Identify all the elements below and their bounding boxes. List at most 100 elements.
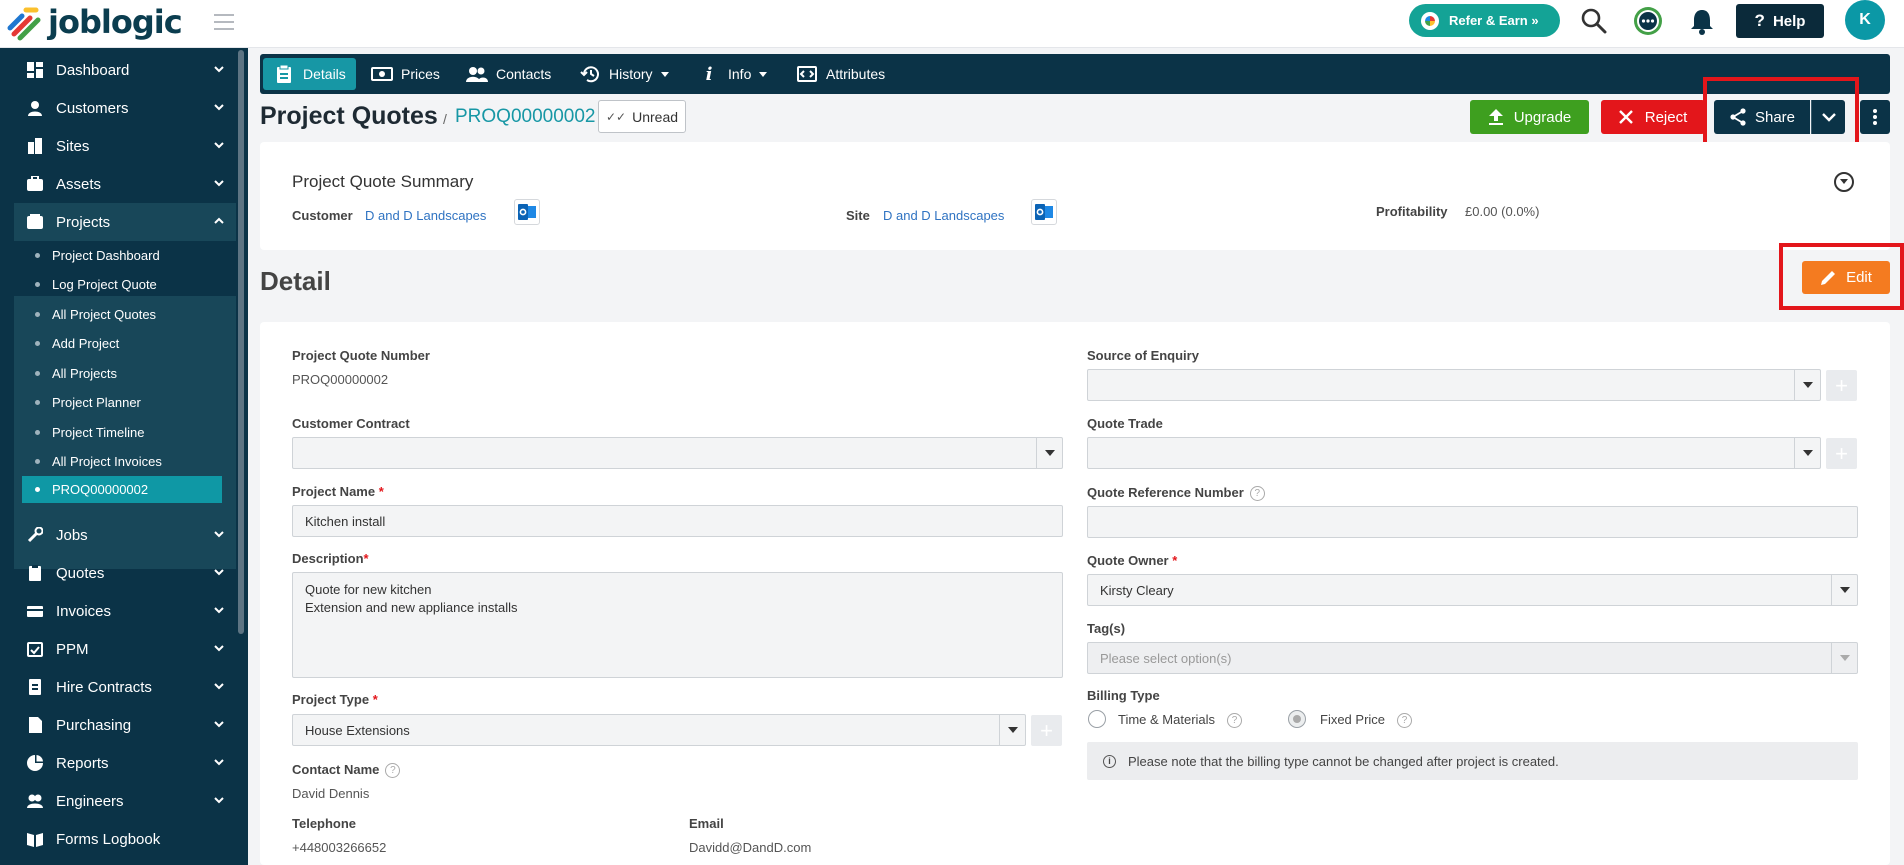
help-icon[interactable]: ? bbox=[385, 763, 401, 779]
add-quote-trade-button[interactable]: + bbox=[1826, 438, 1857, 469]
chat-icon[interactable] bbox=[1632, 5, 1664, 37]
sidebar-item-reports[interactable]: Reports bbox=[0, 744, 236, 782]
quote-trade-label: Quote Trade bbox=[1087, 416, 1163, 431]
refer-and-earn-button[interactable]: Refer & Earn » bbox=[1409, 4, 1560, 37]
collapse-summary-icon[interactable] bbox=[1834, 172, 1854, 192]
submenu-project-planner[interactable]: Project Planner bbox=[22, 389, 222, 416]
dropdown-arrow-icon bbox=[1831, 575, 1857, 605]
billing-fixed-price-radio[interactable] bbox=[1288, 710, 1306, 728]
help-button[interactable]: ? Help bbox=[1736, 4, 1824, 38]
help-icon[interactable]: ? bbox=[1227, 713, 1243, 729]
engineers-icon bbox=[26, 792, 44, 810]
sidebar-item-label: Projects bbox=[56, 213, 111, 231]
summary-customer-link[interactable]: D and D Landscapes bbox=[365, 208, 486, 223]
tab-details[interactable]: Details bbox=[263, 58, 356, 90]
jobs-icon bbox=[26, 526, 44, 544]
tab-info[interactable]: i Info bbox=[688, 58, 777, 90]
reject-button[interactable]: Reject bbox=[1601, 100, 1705, 134]
chevron-down-icon bbox=[214, 531, 224, 538]
site-outlook-button[interactable] bbox=[1031, 199, 1057, 225]
submenu-project-dashboard[interactable]: Project Dashboard bbox=[22, 242, 222, 269]
sidebar-item-quotes[interactable]: Quotes bbox=[0, 554, 236, 592]
summary-profitability-label: Profitability bbox=[1376, 204, 1448, 219]
customer-outlook-button[interactable] bbox=[514, 199, 540, 225]
submenu-current-quote[interactable]: PROQ00000002 bbox=[22, 476, 222, 503]
billing-time-materials-radio[interactable] bbox=[1088, 710, 1106, 728]
billing-type-note: i Please note that the billing type cann… bbox=[1087, 742, 1858, 780]
submenu-all-project-quotes[interactable]: All Project Quotes bbox=[22, 301, 222, 328]
sidebar-item-projects[interactable]: Projects bbox=[14, 203, 236, 241]
record-tab-bar: Details Prices Contacts History i Info A… bbox=[260, 54, 1890, 94]
sidebar-item-jobs[interactable]: Jobs bbox=[0, 516, 236, 554]
more-actions-button[interactable] bbox=[1860, 100, 1890, 134]
sidebar-item-customers[interactable]: Customers bbox=[0, 89, 236, 127]
tab-contacts[interactable]: Contacts bbox=[456, 58, 561, 90]
sidebar-item-assets[interactable]: Assets bbox=[0, 165, 236, 203]
quote-number-label: Project Quote Number bbox=[292, 348, 430, 363]
tab-prices[interactable]: Prices bbox=[361, 58, 450, 90]
billing-type-label: Billing Type bbox=[1087, 688, 1160, 703]
summary-site-link[interactable]: D and D Landscapes bbox=[883, 208, 1004, 223]
sidebar-item-hire-contracts[interactable]: Hire Contracts bbox=[0, 668, 236, 706]
sidebar-item-dashboard[interactable]: Dashboard bbox=[0, 51, 236, 89]
joblogic-logo[interactable]: joblogic bbox=[4, 2, 183, 42]
description-textarea[interactable]: Quote for new kitchen Extension and new … bbox=[292, 572, 1063, 678]
sidebar-item-label: Jobs bbox=[56, 526, 88, 544]
sidebar-item-label: Forms Logbook bbox=[56, 830, 161, 848]
customer-contract-select[interactable] bbox=[292, 437, 1063, 469]
tab-history[interactable]: History bbox=[569, 58, 679, 90]
menu-toggle-icon[interactable] bbox=[214, 14, 234, 30]
telephone-value: +448003266652 bbox=[292, 840, 387, 855]
mark-unread-button[interactable]: ✓✓ Unread bbox=[598, 100, 686, 133]
quote-owner-select[interactable]: Kirsty Cleary bbox=[1087, 574, 1858, 606]
submenu-log-project-quote[interactable]: Log Project Quote bbox=[22, 271, 222, 298]
ppm-icon bbox=[26, 640, 44, 658]
outlook-icon bbox=[518, 204, 536, 220]
submenu-project-timeline[interactable]: Project Timeline bbox=[22, 419, 222, 446]
summary-title: Project Quote Summary bbox=[292, 172, 474, 191]
sidebar-item-sites[interactable]: Sites bbox=[0, 127, 236, 165]
search-icon[interactable] bbox=[1578, 5, 1610, 37]
project-name-input[interactable]: Kitchen install bbox=[292, 505, 1063, 537]
notifications-bell-icon[interactable] bbox=[1686, 5, 1718, 37]
quote-reference-label: Quote Reference Number? bbox=[1087, 485, 1265, 502]
project-type-label: Project Type * bbox=[292, 692, 378, 707]
source-of-enquiry-select[interactable] bbox=[1087, 369, 1821, 401]
tab-attributes[interactable]: Attributes bbox=[786, 58, 895, 90]
reject-label: Reject bbox=[1644, 108, 1688, 126]
project-name-label: Project Name * bbox=[292, 484, 384, 499]
help-icon[interactable]: ? bbox=[1397, 713, 1413, 729]
sidebar-item-purchasing[interactable]: Purchasing bbox=[0, 706, 236, 744]
upgrade-button[interactable]: Upgrade bbox=[1470, 100, 1589, 134]
contacts-icon bbox=[466, 65, 488, 83]
quote-reference-input[interactable] bbox=[1087, 506, 1858, 538]
quote-trade-select[interactable] bbox=[1087, 437, 1821, 469]
chevron-down-icon bbox=[214, 66, 224, 73]
sidebar-item-invoices[interactable]: Invoices bbox=[0, 592, 236, 630]
add-source-button[interactable]: + bbox=[1826, 370, 1857, 401]
chevron-down-icon bbox=[214, 683, 224, 690]
billing-note-text: Please note that the billing type cannot… bbox=[1128, 753, 1559, 769]
summary-customer-label: Customer bbox=[292, 208, 353, 223]
help-icon[interactable]: ? bbox=[1249, 486, 1265, 502]
refer-icon bbox=[1421, 11, 1439, 30]
tags-multiselect[interactable]: Please select option(s) bbox=[1087, 642, 1858, 674]
page-title: Project Quotes bbox=[260, 102, 438, 130]
sidebar-item-forms-logbook[interactable]: Forms Logbook bbox=[0, 820, 236, 858]
submenu-add-project[interactable]: Add Project bbox=[22, 330, 222, 357]
invoices-icon bbox=[26, 602, 44, 620]
summary-site-label: Site bbox=[846, 208, 870, 223]
sidebar-item-ppm[interactable]: PPM bbox=[0, 630, 236, 668]
add-project-type-button[interactable]: + bbox=[1031, 715, 1062, 746]
tab-label: Info bbox=[728, 66, 752, 82]
project-type-value: House Extensions bbox=[305, 722, 410, 738]
submenu-all-project-invoices[interactable]: All Project Invoices bbox=[22, 448, 222, 475]
sidebar-item-engineers[interactable]: Engineers bbox=[0, 782, 236, 820]
sidebar-item-label: Reports bbox=[56, 754, 109, 772]
project-type-select[interactable]: House Extensions bbox=[292, 714, 1026, 746]
submenu-all-projects[interactable]: All Projects bbox=[22, 360, 222, 387]
sidebar-scrollbar[interactable] bbox=[238, 50, 244, 634]
help-label: Help bbox=[1772, 12, 1806, 30]
user-avatar[interactable]: K bbox=[1845, 0, 1885, 40]
top-bar: joblogic Refer & Earn » ? Help K bbox=[0, 0, 1904, 48]
